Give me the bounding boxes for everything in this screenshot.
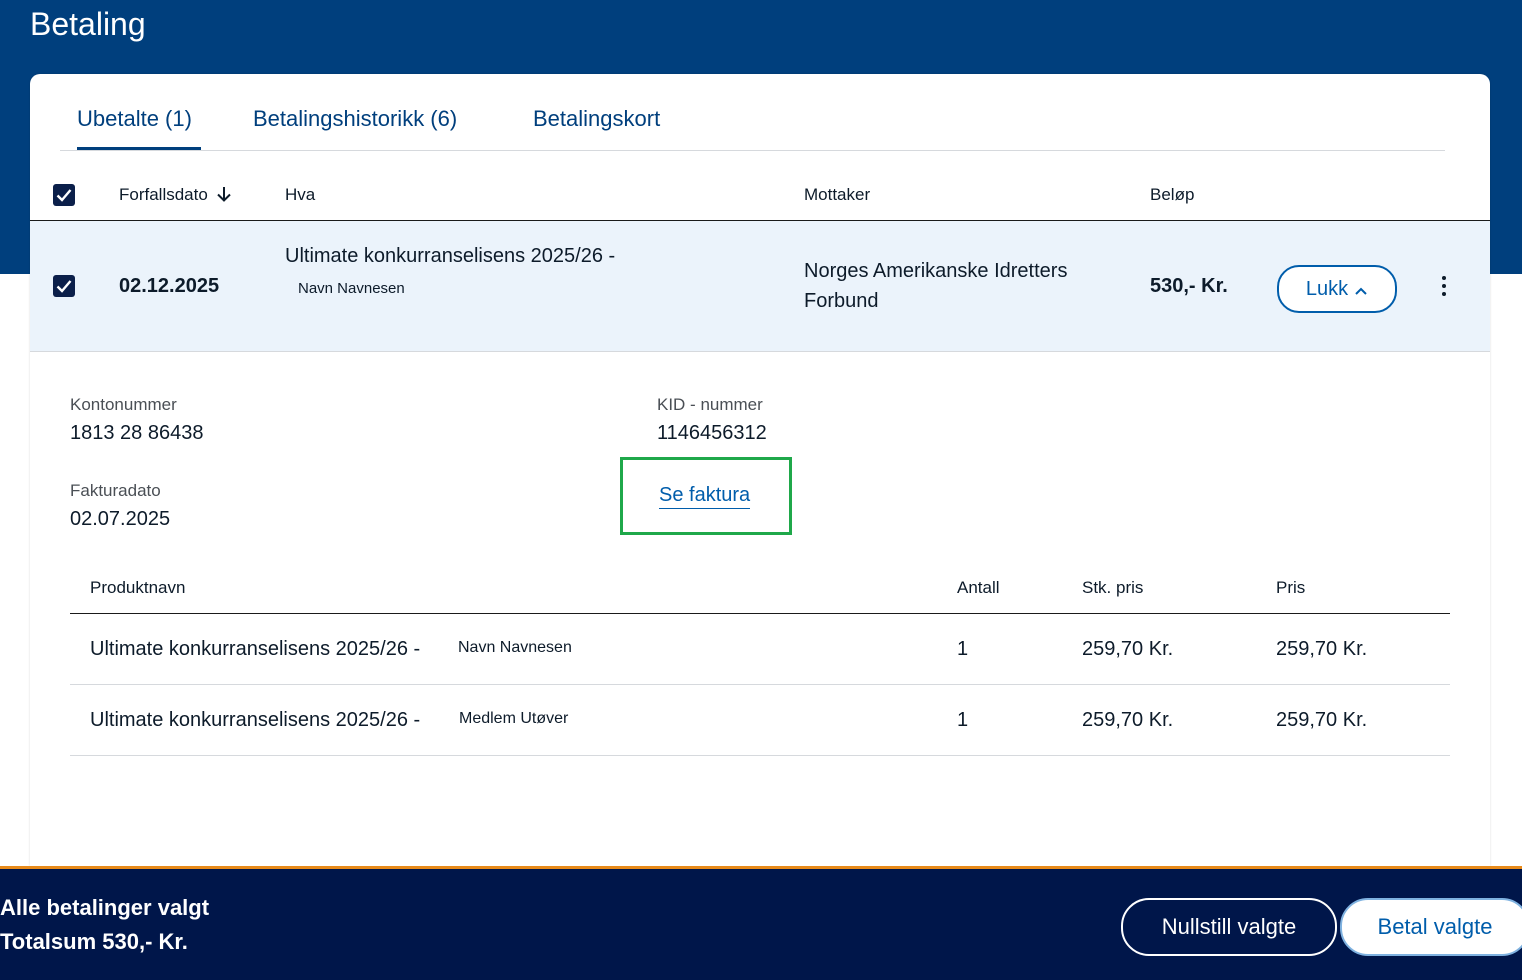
row-what-person: Navn Navnesen <box>298 280 405 297</box>
column-header-due-date[interactable]: Forfallsdato <box>119 184 233 206</box>
checkmark-icon <box>56 189 72 202</box>
table-row[interactable]: 02.12.2025 Ultimate konkurranselisens 20… <box>30 221 1490 352</box>
chevron-up-icon <box>1354 269 1368 311</box>
kebab-menu-icon[interactable] <box>1434 273 1454 299</box>
collapse-row-button[interactable]: Lukk <box>1277 265 1397 313</box>
column-header-what: Hva <box>285 185 316 204</box>
row-recipient-line1: Norges Amerikanske Idretters <box>804 260 1068 282</box>
column-header-recipient: Mottaker <box>804 185 871 204</box>
row-checkbox[interactable] <box>53 275 75 297</box>
active-tab-indicator <box>77 147 201 150</box>
product-row-divider <box>70 684 1450 685</box>
select-all-checkbox[interactable] <box>53 184 75 206</box>
row-recipient-line2: Forbund <box>804 290 879 312</box>
tab-payment-cards[interactable]: Betalingskort <box>533 104 660 134</box>
account-number-value: 1813 28 86438 <box>70 422 204 444</box>
pay-selected-button[interactable]: Betal valgte <box>1340 898 1522 956</box>
column-header-amount: Beløp <box>1150 185 1195 204</box>
see-invoice-link[interactable]: Se faktura <box>659 482 751 509</box>
tab-payment-history[interactable]: Betalingshistorikk (6) <box>253 104 457 134</box>
product-header-price: Pris <box>1276 578 1306 597</box>
collapse-row-label: Lukk <box>1305 278 1349 300</box>
checkmark-icon <box>56 280 72 293</box>
product-header-name: Produktnavn <box>90 578 186 597</box>
invoice-date-label: Fakturadato <box>70 481 161 500</box>
product-name: Ultimate konkurranselisens 2025/26 - <box>90 638 421 660</box>
product-person: Medlem Utøver <box>459 710 569 727</box>
product-qty: 1 <box>957 638 969 660</box>
row-due-date: 02.12.2025 <box>119 275 220 297</box>
selection-status-text: Alle betalinger valgt <box>0 895 210 920</box>
product-unit-price: 259,70 Kr. <box>1082 638 1174 660</box>
invoice-link-focus-box: Se faktura <box>620 457 792 535</box>
tab-bar: Ubetalte (1) Betalingshistorikk (6) Beta… <box>60 96 1445 151</box>
product-price: 259,70 Kr. <box>1276 638 1368 660</box>
product-row-divider <box>70 755 1450 756</box>
invoice-date-value: 02.07.2025 <box>70 508 171 530</box>
column-header-due-date-label: Forfallsdato <box>119 185 208 204</box>
kid-number-value: 1146456312 <box>657 422 767 444</box>
product-header-unit-price: Stk. pris <box>1082 578 1144 597</box>
product-header-divider <box>70 613 1450 614</box>
product-qty: 1 <box>957 709 969 731</box>
product-name: Ultimate konkurranselisens 2025/26 - <box>90 709 421 731</box>
tab-unpaid[interactable]: Ubetalte (1) <box>77 104 192 134</box>
account-number-label: Kontonummer <box>70 395 177 414</box>
payments-card: Ubetalte (1) Betalingshistorikk (6) Beta… <box>30 74 1490 866</box>
payment-footer-bar: Alle betalinger valgt Totalsum 530,- Kr.… <box>0 866 1522 980</box>
product-unit-price: 259,70 Kr. <box>1082 709 1174 731</box>
product-person: Navn Navnesen <box>458 639 572 656</box>
page-title: Betaling <box>30 6 146 42</box>
row-amount: 530,- Kr. <box>1150 275 1228 297</box>
row-what-title: Ultimate konkurranselisens 2025/26 - <box>285 245 616 267</box>
arrow-down-icon <box>216 187 231 202</box>
total-sum-text: Totalsum 530,- Kr. <box>0 929 188 954</box>
product-header-qty: Antall <box>957 578 1000 597</box>
reset-selected-button[interactable]: Nullstill valgte <box>1121 898 1337 956</box>
kid-number-label: KID - nummer <box>657 395 763 414</box>
payment-page: Betaling Ubetalte (1) Betalingshistorikk… <box>0 0 1522 980</box>
product-price: 259,70 Kr. <box>1276 709 1368 731</box>
